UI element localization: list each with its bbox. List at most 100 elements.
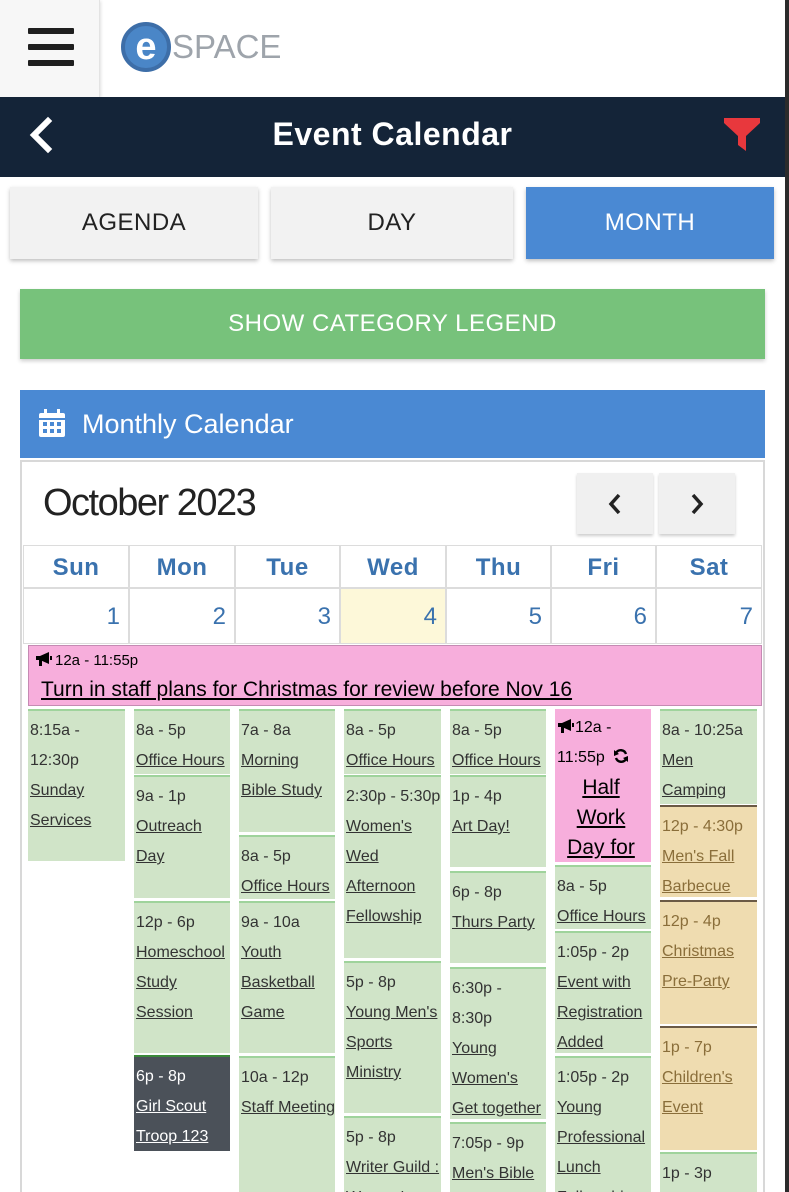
calendar-event[interactable]: 9a - 1p Outreach Day	[134, 775, 230, 898]
calendar-event[interactable]: 7a - 8a Morning Bible Study	[239, 709, 335, 832]
calendar-event[interactable]: 2:30p - 5:30p Women's Wed Afternoon Fell…	[344, 775, 441, 958]
event-time: 5p - 8p	[346, 1129, 396, 1146]
event-time: 1:05p - 2p	[557, 1069, 630, 1086]
hamburger-icon-bar	[28, 60, 74, 66]
megaphone-icon	[36, 652, 52, 666]
weekday-header: Sun	[23, 545, 129, 588]
event-title-link[interactable]: Sunday Services	[30, 776, 125, 836]
all-day-event[interactable]: 12a - 11:55p Turn in staff plans for Chr…	[28, 645, 762, 706]
calendar-event[interactable]: 1:05p - 2p Young Professional Lunch Fell…	[555, 1056, 651, 1192]
calendar-event[interactable]: 12p - 4p Christmas Pre-Party	[660, 900, 757, 1024]
calendar-event[interactable]: 8a - 5p Office Hours	[344, 709, 441, 774]
calendar-event[interactable]: 8a - 5p Office Hours	[239, 835, 335, 899]
previous-month-button[interactable]	[577, 473, 653, 534]
calendar-event[interactable]: 8a - 5p Office Hours	[555, 865, 651, 929]
calendar-event[interactable]: 1:05p - 2p Event with Registration Added	[555, 931, 651, 1053]
event-title-link[interactable]: Office Hours	[136, 746, 230, 774]
date-cell[interactable]: 7	[656, 588, 762, 644]
calendar-event-all-day[interactable]: 12a - 11:55p Half Work Day for Staff	[555, 709, 651, 862]
date-cell[interactable]: 5	[446, 588, 551, 644]
event-title-link[interactable]: Young Women's Get together	[452, 1034, 546, 1119]
date-cell[interactable]: 3	[235, 588, 340, 644]
event-title-link[interactable]: Children's Event	[662, 1063, 757, 1123]
weekday-header: Fri	[551, 545, 656, 588]
event-time: 6:30p - 8:30p	[452, 980, 502, 1027]
weekday-header: Sat	[656, 545, 762, 588]
event-title-link[interactable]: Office Hours	[452, 746, 546, 774]
calendar-event[interactable]: 10a - 12p Staff Meeting	[239, 1056, 335, 1192]
top-app-bar: e SPACE	[0, 0, 785, 97]
event-title-link[interactable]: Office Hours	[241, 872, 335, 899]
tab-agenda[interactable]: AGENDA	[10, 187, 258, 259]
event-title-link[interactable]: Homeschool Study Session	[136, 938, 230, 1028]
date-cell[interactable]: 2	[129, 588, 235, 644]
page-header: Event Calendar	[0, 97, 785, 177]
calendar-event[interactable]: 5p - 8p Young Men's Sports Ministry	[344, 961, 441, 1113]
weekday-header: Thu	[446, 545, 551, 588]
event-title-link[interactable]: Men's Fall Barbecue	[662, 842, 757, 897]
window-edge	[785, 0, 789, 1192]
calendar-event[interactable]: 1p - 3p	[660, 1152, 757, 1192]
event-title-link[interactable]: Thurs Party	[452, 908, 546, 938]
panel-title: Monthly Calendar	[82, 409, 294, 439]
event-time: 1p - 4p	[452, 788, 502, 805]
event-time: 2:30p - 5:30p	[346, 788, 441, 805]
calendar-event[interactable]: 8a - 10:25a Men Camping Trip	[660, 709, 757, 804]
chevron-left-icon[interactable]	[24, 115, 58, 155]
event-time: 6p - 8p	[136, 1068, 186, 1085]
event-title-link[interactable]: Christmas Pre-Party	[662, 937, 757, 997]
funnel-icon[interactable]	[722, 115, 762, 155]
calendar-event[interactable]: 5p - 8p Writer Guild : Women's	[344, 1116, 441, 1192]
calendar-event[interactable]: 1p - 4p Art Day!	[450, 775, 546, 867]
event-time: 8a - 5p	[557, 878, 607, 895]
event-time: 10a - 12p	[241, 1069, 309, 1086]
event-time: 7:05p - 9p	[452, 1135, 525, 1152]
calendar-event[interactable]: 6p - 8p Thurs Party	[450, 871, 546, 963]
calendar-event[interactable]: 7:05p - 9p Men's Bible	[450, 1122, 546, 1192]
event-time: 8a - 5p	[136, 722, 186, 739]
next-month-button[interactable]	[659, 473, 735, 534]
calendar-event[interactable]: 6:30p - 8:30p Young Women's Get together	[450, 967, 546, 1119]
calendar-event[interactable]: 12p - 4:30p Men's Fall Barbecue	[660, 805, 757, 897]
event-title-link[interactable]: Writer Guild : Women's	[346, 1153, 441, 1192]
tab-month[interactable]: MONTH	[526, 187, 774, 259]
calendar-event[interactable]: 1p - 7p Children's Event	[660, 1026, 757, 1150]
event-title-link[interactable]: Art Day!	[452, 812, 546, 842]
show-category-legend-button[interactable]: SHOW CATEGORY LEGEND	[20, 289, 765, 359]
event-title-link[interactable]: Office Hours	[346, 746, 441, 774]
monthly-calendar-header: Monthly Calendar	[20, 390, 765, 458]
calendar-event[interactable]: 12p - 6p Homeschool Study Session	[134, 901, 230, 1053]
date-cell[interactable]: 6	[551, 588, 656, 644]
event-time: 8a - 5p	[241, 848, 291, 865]
month-title: October 2023	[43, 482, 257, 524]
event-title-link[interactable]: Young Men's Sports Ministry	[346, 998, 441, 1088]
event-time: 9a - 1p	[136, 788, 186, 805]
event-title-link[interactable]: Half Work Day for Staff	[557, 773, 651, 862]
event-title-link[interactable]: Turn in staff plans for Christmas for re…	[41, 678, 572, 702]
event-time: 12a - 11:55p	[55, 652, 139, 669]
calendar-event[interactable]: 8a - 5p Office Hours	[134, 709, 230, 774]
event-title-link[interactable]: Men Camping Trip	[662, 746, 757, 804]
event-title-link[interactable]: Women's Wed Afternoon Fellowship	[346, 812, 441, 932]
hamburger-menu-button[interactable]	[0, 0, 100, 97]
date-cell[interactable]: 1	[23, 588, 129, 644]
event-title-link[interactable]: Youth Basketball Game	[241, 938, 335, 1028]
calendar-event[interactable]: 6p - 8p Girl Scout Troop 123	[134, 1055, 230, 1151]
calendar-event[interactable]: 8a - 5p Office Hours	[450, 709, 546, 774]
date-cell-today[interactable]: 4	[340, 588, 446, 644]
calendar-event[interactable]: 9a - 10a Youth Basketball Game	[239, 901, 335, 1053]
calendar-icon	[39, 409, 65, 437]
event-title-link[interactable]: Girl Scout Troop 123	[136, 1092, 230, 1151]
event-title-link[interactable]: Event with Registration Added	[557, 968, 651, 1053]
tab-day[interactable]: DAY	[271, 187, 513, 259]
event-title-link[interactable]: Office Hours	[557, 902, 651, 929]
espace-logo[interactable]: e SPACE	[121, 20, 281, 74]
calendar-event[interactable]: 8:15a - 12:30p Sunday Services	[28, 709, 125, 861]
hamburger-icon-bar	[28, 28, 74, 34]
event-title-link[interactable]: Young Professional Lunch Fellowship	[557, 1093, 651, 1192]
event-title-link[interactable]: Morning Bible Study	[241, 746, 335, 806]
event-title-link[interactable]: Men's Bible	[452, 1159, 546, 1189]
event-title-link[interactable]: Outreach Day	[136, 812, 230, 872]
weekday-header: Wed	[340, 545, 446, 588]
event-title-link[interactable]: Staff Meeting	[241, 1093, 335, 1123]
